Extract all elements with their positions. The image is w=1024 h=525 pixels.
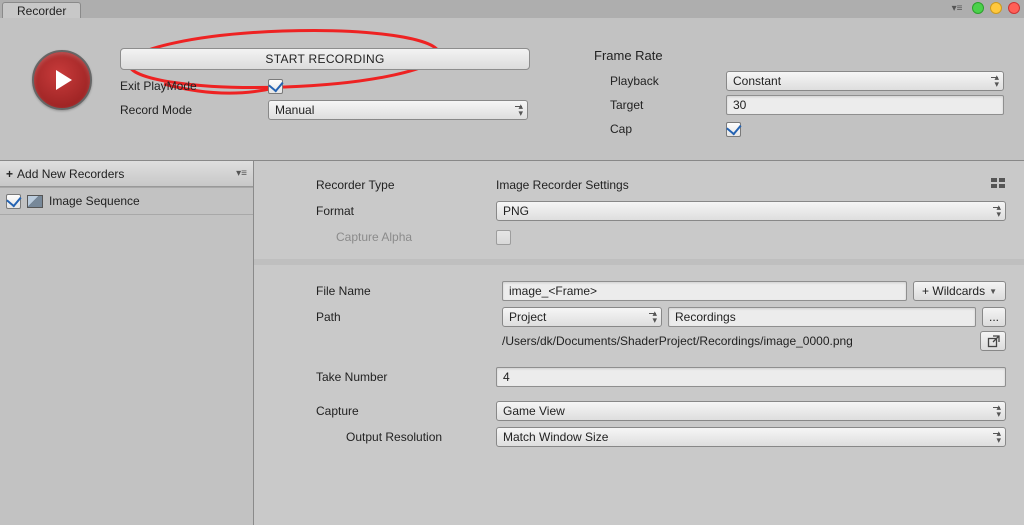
framerate-heading: Frame Rate bbox=[594, 48, 1014, 63]
browse-button[interactable]: ... bbox=[982, 307, 1006, 327]
capture-alpha-label: Capture Alpha bbox=[316, 230, 496, 244]
cap-label: Cap bbox=[594, 122, 726, 136]
target-label: Target bbox=[594, 98, 726, 112]
target-field[interactable]: 30 bbox=[726, 95, 1004, 115]
filename-label: File Name bbox=[316, 284, 496, 298]
recorder-type-value: Image Recorder Settings bbox=[496, 178, 629, 192]
recorder-enabled-checkbox[interactable] bbox=[6, 194, 21, 209]
record-mode-value: Manual bbox=[275, 103, 314, 117]
capture-select[interactable]: Game View ▴▾ bbox=[496, 401, 1006, 421]
side-menu-icon[interactable]: ▾≡ bbox=[236, 168, 247, 179]
recorder-item-label: Image Sequence bbox=[49, 194, 140, 208]
filename-field[interactable]: image_<Frame> bbox=[502, 281, 907, 301]
format-select[interactable]: PNG ▴▾ bbox=[496, 201, 1006, 221]
output-resolution-label: Output Resolution bbox=[316, 430, 496, 444]
wildcards-button[interactable]: + Wildcards▼ bbox=[913, 281, 1006, 301]
external-link-icon bbox=[987, 335, 1000, 348]
capture-alpha-checkbox bbox=[496, 230, 511, 245]
capture-label: Capture bbox=[316, 404, 496, 418]
format-label: Format bbox=[316, 204, 496, 218]
plus-icon: + bbox=[6, 167, 13, 181]
open-folder-button[interactable] bbox=[980, 331, 1006, 351]
target-value: 30 bbox=[733, 98, 746, 112]
path-root-select[interactable]: Project ▴▾ bbox=[502, 307, 662, 327]
resolved-path: /Users/dk/Documents/ShaderProject/Record… bbox=[502, 331, 974, 349]
section-divider bbox=[254, 259, 1024, 265]
tab-menu-icon[interactable]: ▾≡ bbox=[948, 2, 966, 14]
preset-icon[interactable] bbox=[990, 175, 1006, 194]
record-mode-select[interactable]: Manual ▴▾ bbox=[268, 100, 528, 120]
record-mode-label: Record Mode bbox=[120, 103, 268, 117]
path-field[interactable]: Recordings bbox=[668, 307, 976, 327]
playback-value: Constant bbox=[733, 74, 781, 88]
playback-label: Playback bbox=[594, 74, 726, 88]
take-number-label: Take Number bbox=[316, 370, 496, 384]
path-label: Path bbox=[316, 310, 496, 324]
cap-checkbox[interactable] bbox=[726, 122, 741, 137]
image-icon bbox=[27, 195, 43, 208]
titlebar: Recorder ▾≡ bbox=[0, 0, 1024, 18]
path-root-value: Project bbox=[509, 310, 546, 324]
format-value: PNG bbox=[503, 204, 529, 218]
play-icon bbox=[49, 67, 75, 93]
window-close-button[interactable] bbox=[1008, 2, 1020, 14]
play-button[interactable] bbox=[32, 50, 92, 110]
take-number-field[interactable]: 4 bbox=[496, 367, 1006, 387]
add-recorders-button[interactable]: + Add New Recorders ▾≡ bbox=[0, 161, 253, 187]
path-value: Recordings bbox=[675, 310, 736, 324]
add-recorders-label: Add New Recorders bbox=[17, 167, 124, 181]
filename-value: image_<Frame> bbox=[509, 284, 597, 298]
exit-playmode-checkbox[interactable] bbox=[268, 79, 283, 94]
recorder-list-item[interactable]: Image Sequence bbox=[0, 187, 253, 215]
exit-playmode-label: Exit PlayMode bbox=[120, 79, 268, 93]
output-resolution-select[interactable]: Match Window Size ▴▾ bbox=[496, 427, 1006, 447]
window-min-button[interactable] bbox=[972, 2, 984, 14]
window-tab[interactable]: Recorder bbox=[2, 2, 81, 19]
start-recording-button[interactable]: START RECORDING bbox=[120, 48, 530, 70]
output-resolution-value: Match Window Size bbox=[503, 430, 608, 444]
playback-select[interactable]: Constant ▴▾ bbox=[726, 71, 1004, 91]
capture-value: Game View bbox=[503, 404, 565, 418]
recorder-type-label: Recorder Type bbox=[316, 178, 496, 192]
window-max-button[interactable] bbox=[990, 2, 1002, 14]
take-number-value: 4 bbox=[503, 370, 510, 384]
